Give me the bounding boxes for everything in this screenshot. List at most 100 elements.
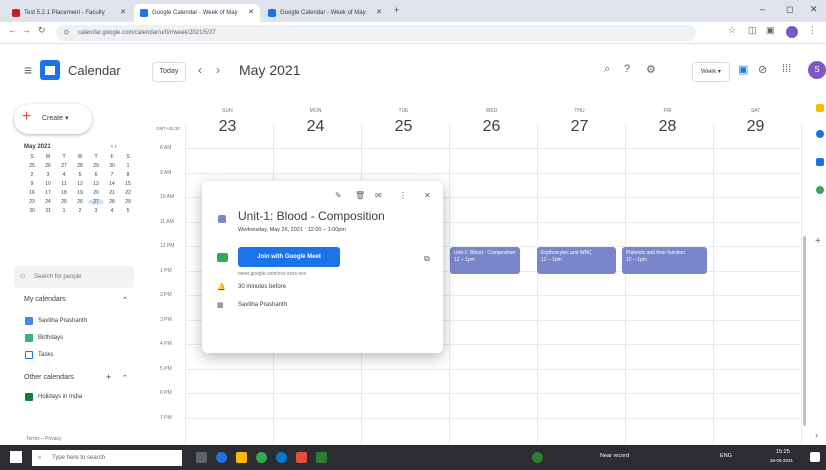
mini-calendar-day[interactable]: 27: [56, 163, 72, 169]
mini-calendar-day[interactable]: 26: [72, 199, 88, 205]
mini-calendar-day[interactable]: 9: [24, 181, 40, 187]
calendar-checkbox[interactable]: [25, 393, 33, 401]
mini-calendar-day[interactable]: 5: [120, 208, 136, 214]
terms-privacy-link[interactable]: Terms – Privacy: [26, 436, 62, 442]
tray-app-icon[interactable]: [532, 452, 543, 463]
language-indicator[interactable]: ENG: [720, 453, 732, 459]
mini-calendar-day[interactable]: 3: [40, 172, 56, 178]
site-info-icon[interactable]: ⛭: [64, 25, 69, 41]
search-people-input[interactable]: ⚇ Search for people: [14, 266, 134, 288]
add-addon-icon[interactable]: +: [815, 236, 821, 247]
mini-calendar-day[interactable]: 28: [72, 163, 88, 169]
menu-dots-icon[interactable]: ⋮: [808, 25, 817, 36]
day-number[interactable]: 23: [185, 118, 270, 136]
mini-calendar-day[interactable]: 7: [104, 172, 120, 178]
edit-icon[interactable]: ✎: [335, 191, 342, 200]
mini-calendar-day[interactable]: 21: [104, 190, 120, 196]
scrollbar[interactable]: [803, 236, 806, 426]
store-icon[interactable]: [276, 452, 287, 463]
new-tab-button[interactable]: +: [394, 5, 399, 15]
mini-calendar-day[interactable]: 25: [56, 199, 72, 205]
search-icon[interactable]: ⌕: [604, 63, 610, 76]
add-calendar-icon[interactable]: +: [106, 372, 111, 382]
mini-calendar-day[interactable]: 3: [88, 208, 104, 214]
mini-calendar-day[interactable]: 28: [104, 199, 120, 205]
close-icon[interactable]: ✕: [424, 191, 431, 200]
day-header[interactable]: Mon 24: [273, 108, 358, 136]
forward-icon[interactable]: →: [22, 25, 31, 35]
account-avatar[interactable]: S: [808, 61, 826, 79]
my-calendars-heading[interactable]: My calendars: [24, 296, 66, 303]
url-field[interactable]: ⛭ calendar.google.com/calendar/u/0/r/wee…: [56, 25, 696, 41]
edge-icon[interactable]: [216, 452, 227, 463]
calendar-event[interactable]: Platelets and their function 12 – 1pm: [622, 247, 707, 274]
mini-calendar-day[interactable]: 13: [88, 181, 104, 187]
clock-time[interactable]: 15:25: [776, 449, 790, 455]
mini-calendar-day[interactable]: 29: [88, 163, 104, 169]
clock-date[interactable]: 26-05-2021: [770, 458, 793, 463]
side-panel-toggle-icon[interactable]: ›: [815, 430, 818, 440]
mini-calendar-day[interactable]: 18: [56, 190, 72, 196]
day-header[interactable]: Sat 29: [713, 108, 798, 136]
notifications-icon[interactable]: [810, 452, 820, 462]
mini-calendar-day[interactable]: 15: [120, 181, 136, 187]
minimize-button[interactable]: –: [760, 4, 765, 14]
mini-calendar-day[interactable]: 24: [40, 199, 56, 205]
calendar-view-icon[interactable]: ▣: [738, 63, 748, 76]
copy-icon[interactable]: ⧉: [424, 254, 430, 264]
back-icon[interactable]: ←: [8, 25, 17, 35]
mini-calendar-day[interactable]: 16: [24, 190, 40, 196]
mini-calendar-day[interactable]: 8: [120, 172, 136, 178]
mini-calendar-day[interactable]: 1: [56, 208, 72, 214]
mini-calendar-day[interactable]: 1: [120, 163, 136, 169]
windows-start-icon[interactable]: [10, 451, 22, 463]
task-view-icon[interactable]: [196, 452, 207, 463]
extensions-icon[interactable]: ◫: [748, 25, 757, 36]
calendar-checkbox[interactable]: [25, 317, 33, 325]
today-button[interactable]: Today: [152, 62, 186, 82]
mini-calendar-day[interactable]: 30: [24, 208, 40, 214]
restore-button[interactable]: ◻: [786, 4, 793, 15]
close-window-button[interactable]: ✕: [810, 4, 818, 15]
day-header[interactable]: Tue 25: [361, 108, 446, 136]
mini-calendar-day[interactable]: 2: [24, 172, 40, 178]
mini-calendar-day[interactable]: 19: [72, 190, 88, 196]
mini-calendar-day[interactable]: 4: [104, 208, 120, 214]
mini-calendar-nav[interactable]: ‹ ›: [111, 144, 117, 150]
maps-icon[interactable]: [816, 186, 824, 194]
mini-calendar-day[interactable]: 2: [72, 208, 88, 214]
delete-icon[interactable]: 🗑: [355, 191, 365, 200]
day-number[interactable]: 26: [449, 118, 534, 136]
next-week-icon[interactable]: ›: [216, 63, 220, 77]
calendar-checkbox[interactable]: [25, 351, 33, 359]
mini-calendar-day[interactable]: 23: [24, 199, 40, 205]
weather-text[interactable]: Near record: [600, 453, 629, 459]
taskbar-search-input[interactable]: ⌕ Type here to search: [32, 450, 182, 466]
meet-url[interactable]: meet.google.com/xxx-xxxx-xxx: [238, 271, 306, 277]
join-meet-button[interactable]: Join with Google Meet: [238, 247, 340, 267]
mini-calendar-day[interactable]: 31: [40, 208, 56, 214]
browser-tab-active[interactable]: Google Calendar - Week of May ✕: [134, 4, 260, 22]
mini-calendar-day[interactable]: 12: [72, 181, 88, 187]
more-options-icon[interactable]: ⋮: [399, 191, 407, 200]
contacts-icon[interactable]: [816, 158, 824, 166]
mini-calendar-day[interactable]: 14: [104, 181, 120, 187]
day-header[interactable]: Sun 23: [185, 108, 270, 136]
previous-week-icon[interactable]: ‹: [198, 63, 202, 77]
mini-calendar-day[interactable]: 29: [120, 199, 136, 205]
collapse-icon[interactable]: ⌃: [122, 296, 128, 304]
close-tab-icon[interactable]: ✕: [120, 4, 126, 22]
chrome-icon[interactable]: [256, 452, 267, 463]
apps-grid-icon[interactable]: ⁞⁞⁞: [782, 63, 791, 75]
mini-calendar-day[interactable]: 5: [72, 172, 88, 178]
settings-gear-icon[interactable]: ⚙: [646, 63, 656, 76]
day-number[interactable]: 27: [537, 118, 622, 136]
browser-tab[interactable]: Test 5.2.1 Placement - Faculty ✕: [6, 4, 132, 22]
calendar-event[interactable]: Unit-1: Blood - Composition 12 – 1pm: [450, 247, 520, 274]
profile-icon[interactable]: [786, 26, 798, 38]
day-header[interactable]: Wed 26: [449, 108, 534, 136]
mini-calendar-day[interactable]: 20: [88, 190, 104, 196]
app-icon[interactable]: [296, 452, 307, 463]
mini-calendar-day[interactable]: 30: [104, 163, 120, 169]
bookmark-star-icon[interactable]: ☆: [728, 25, 736, 36]
